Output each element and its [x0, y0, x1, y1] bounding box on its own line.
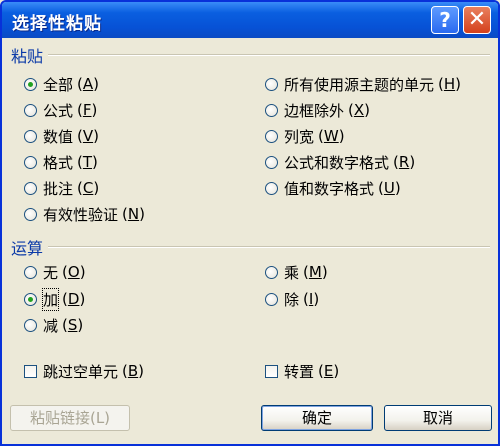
paste-option-label: 公式	[43, 101, 74, 120]
checkbox-option-label: 跳过空单元	[43, 362, 119, 381]
radio-selected-icon[interactable]	[24, 77, 37, 91]
operation-option-label: 加	[41, 287, 60, 311]
paste-option-label: 全部	[43, 75, 74, 94]
cancel-button[interactable]: 取消	[384, 405, 492, 431]
paste-option-3[interactable]: 格式 (T)	[24, 152, 98, 172]
radio-icon[interactable]	[24, 207, 37, 221]
paste-option-9[interactable]: 公式和数字格式 (R)	[265, 152, 415, 172]
paste-option-6[interactable]: 所有使用源主题的单元 (H)	[265, 74, 461, 94]
help-icon[interactable]: ?	[431, 6, 459, 34]
paste-option-0[interactable]: 全部 (A)	[24, 74, 99, 94]
paste-option-label: 有效性验证	[43, 205, 119, 224]
operation-option-label: 除	[284, 290, 300, 309]
operation-option-4[interactable]: 除 (I)	[265, 289, 319, 309]
operation-option-accesskey: (S)	[62, 316, 84, 334]
radio-icon[interactable]	[265, 155, 278, 169]
paste-option-accesskey: (C)	[77, 179, 100, 197]
paste-option-accesskey: (N)	[122, 205, 145, 223]
checkbox-icon[interactable]	[24, 364, 37, 378]
radio-icon[interactable]	[24, 318, 37, 332]
radio-icon[interactable]	[265, 181, 278, 195]
operation-option-label: 乘	[284, 263, 300, 282]
paste-option-4[interactable]: 批注 (C)	[24, 178, 99, 198]
paste-option-accesskey: (F)	[77, 101, 98, 119]
paste-option-5[interactable]: 有效性验证 (N)	[24, 204, 145, 224]
checkbox-option-accesskey: (E)	[318, 362, 340, 380]
radio-icon[interactable]	[265, 129, 278, 143]
operation-option-accesskey: (I)	[303, 290, 320, 308]
operation-option-label: 无	[43, 263, 59, 282]
operation-option-1[interactable]: 加 (D)	[24, 287, 86, 311]
radio-icon[interactable]	[24, 265, 37, 279]
checkbox-option-label: 转置	[284, 362, 315, 381]
paste-option-label: 值和数字格式	[284, 179, 375, 198]
operation-option-2[interactable]: 减 (S)	[24, 315, 83, 335]
radio-icon[interactable]	[265, 103, 278, 117]
paste-section-label: 粘贴	[11, 47, 44, 66]
checkbox-icon[interactable]	[265, 364, 278, 378]
close-icon[interactable]: ✕	[463, 6, 491, 34]
paste-option-accesskey: (T)	[77, 153, 98, 171]
paste-section-divider	[48, 54, 490, 56]
checkbox-option-accesskey: (B)	[122, 362, 145, 380]
checkbox-option-0[interactable]: 跳过空单元 (B)	[24, 361, 144, 381]
operation-section-label: 运算	[11, 239, 44, 258]
title-bar[interactable]: 选择性粘贴 ? ✕	[2, 2, 498, 38]
paste-option-1[interactable]: 公式 (F)	[24, 100, 97, 120]
paste-option-2[interactable]: 数值 (V)	[24, 126, 99, 146]
checkbox-option-1[interactable]: 转置 (E)	[265, 361, 339, 381]
paste-option-accesskey: (U)	[378, 179, 401, 197]
paste-option-accesskey: (V)	[77, 127, 99, 145]
operation-option-3[interactable]: 乘 (M)	[265, 262, 328, 282]
paste-option-7[interactable]: 边框除外 (X)	[265, 100, 370, 120]
radio-icon[interactable]	[24, 103, 37, 117]
paste-option-label: 格式	[43, 153, 74, 172]
paste-option-label: 边框除外	[284, 101, 345, 120]
operation-section-divider	[48, 246, 490, 248]
paste-option-accesskey: (X)	[348, 101, 371, 119]
radio-selected-icon[interactable]	[24, 292, 37, 306]
paste-option-label: 公式和数字格式	[284, 153, 390, 172]
paste-option-accesskey: (A)	[77, 75, 99, 93]
paste-link-button[interactable]: 粘贴链接(L)	[10, 405, 130, 431]
radio-icon[interactable]	[265, 265, 278, 279]
operation-option-accesskey: (D)	[62, 290, 86, 308]
radio-icon[interactable]	[24, 155, 37, 169]
ok-button[interactable]: 确定	[261, 405, 373, 431]
paste-option-label: 所有使用源主题的单元	[284, 75, 435, 94]
paste-option-label: 批注	[43, 179, 74, 198]
paste-option-10[interactable]: 值和数字格式 (U)	[265, 178, 401, 198]
paste-option-accesskey: (R)	[393, 153, 416, 171]
paste-special-dialog: 选择性粘贴 ? ✕ 粘贴 全部 (A) 公式 (F) 数值 (V) 格式 (T) 批注 (C) 有效…	[0, 0, 500, 446]
dialog-title: 选择性粘贴	[12, 14, 102, 34]
paste-option-label: 列宽	[284, 127, 315, 146]
radio-icon[interactable]	[265, 77, 278, 91]
operation-option-0[interactable]: 无 (O)	[24, 262, 86, 282]
paste-option-accesskey: (H)	[438, 75, 462, 93]
paste-option-8[interactable]: 列宽 (W)	[265, 126, 345, 146]
radio-icon[interactable]	[24, 129, 37, 143]
operation-option-label: 减	[43, 316, 59, 335]
paste-option-label: 数值	[43, 127, 74, 146]
operation-option-accesskey: (M)	[303, 263, 328, 281]
paste-option-accesskey: (W)	[318, 127, 345, 145]
operation-option-accesskey: (O)	[62, 263, 86, 281]
radio-icon[interactable]	[265, 292, 278, 306]
radio-icon[interactable]	[24, 181, 37, 195]
